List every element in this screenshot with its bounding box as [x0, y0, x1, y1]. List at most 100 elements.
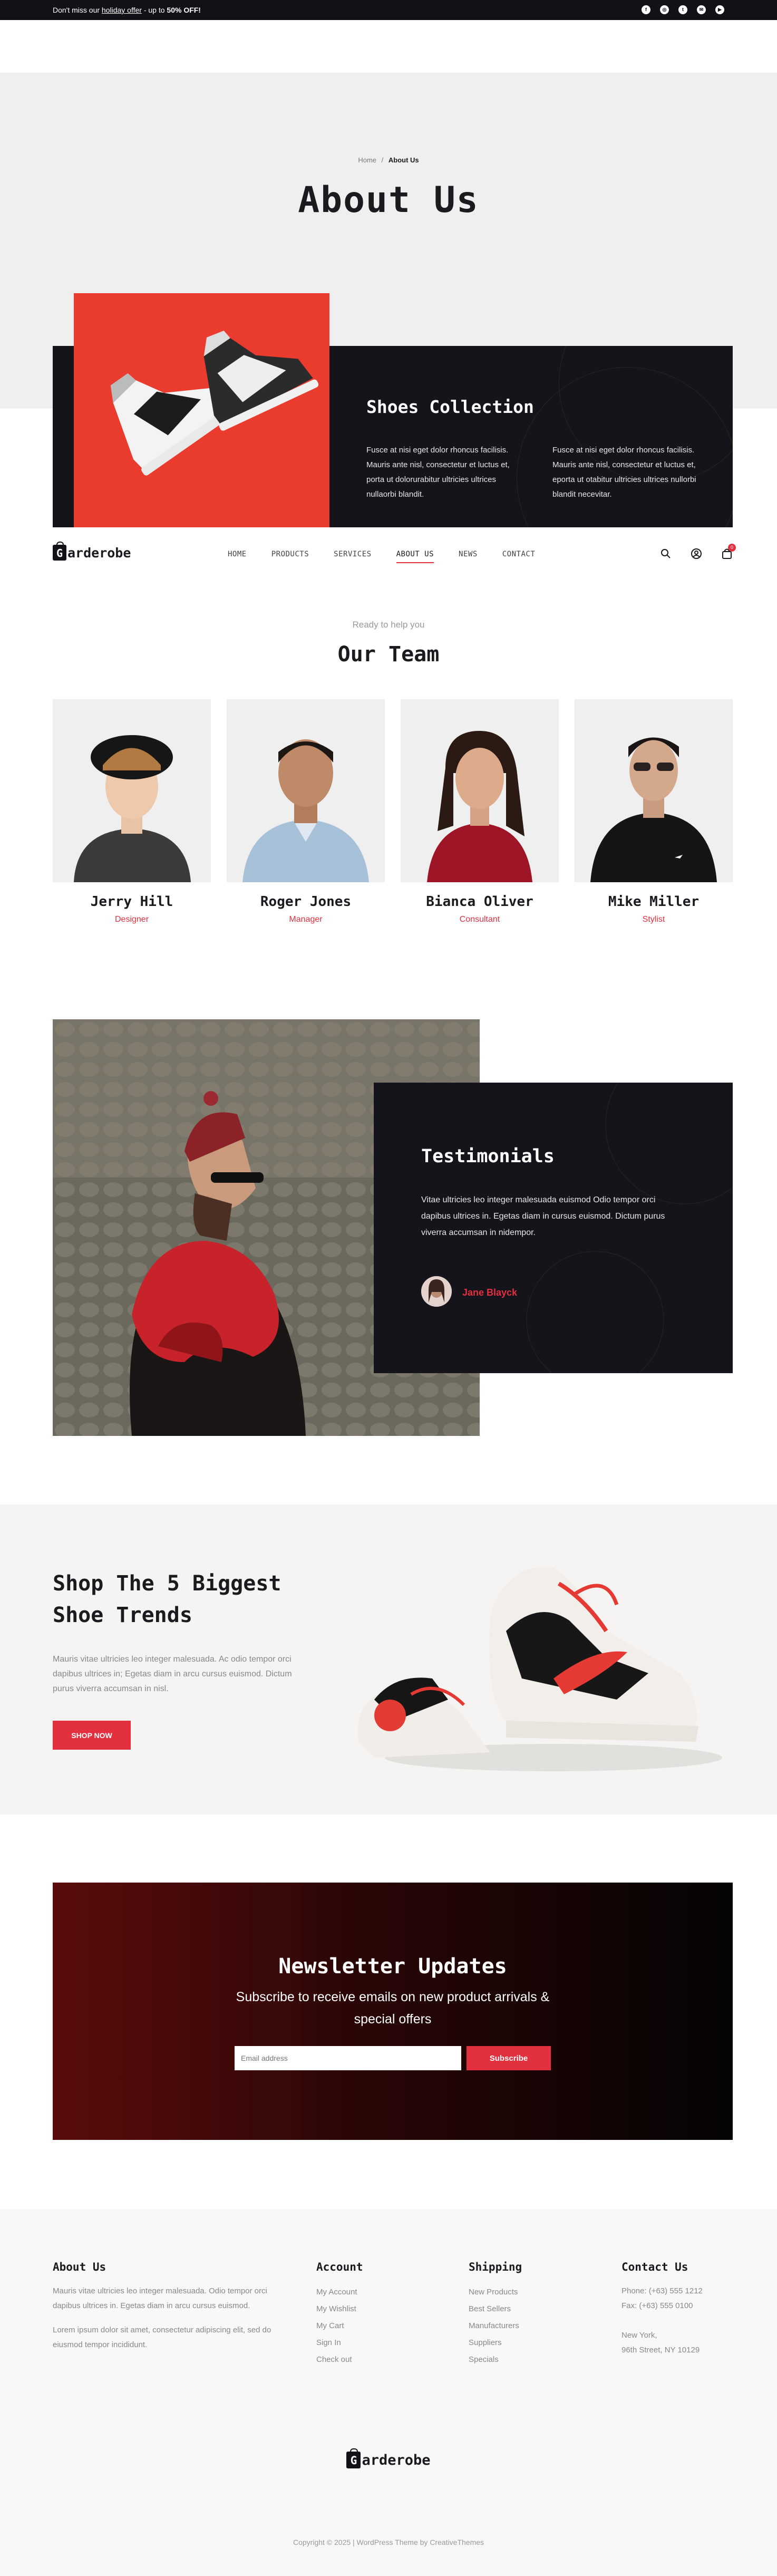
nav-item-products[interactable]: PRODUCTS	[271, 550, 309, 563]
team-member-role: Consultant	[459, 915, 500, 924]
footer-address-street: 96th Street, NY 10129	[621, 2346, 700, 2355]
team-member-card[interactable]: Mike Miller Stylist	[575, 699, 733, 924]
footer-shipping-title: Shipping	[469, 2261, 522, 2273]
team-member-photo	[53, 699, 211, 882]
team-member-card[interactable]: Roger Jones Manager	[227, 699, 385, 924]
team-member-name: Jerry Hill	[90, 894, 173, 910]
footer-link-new-products[interactable]: New Products	[469, 2284, 522, 2301]
twitter-icon[interactable]: t	[678, 5, 687, 14]
footer-contact: Contact Us Phone: (+63) 555 1212 Fax: (+…	[621, 2261, 703, 2358]
promo-text: Don't miss our	[53, 6, 102, 14]
search-icon[interactable]	[660, 548, 672, 559]
testimonial-author-name: Jane Blayck	[462, 1287, 518, 1298]
collection-image	[74, 293, 329, 527]
shop-text: Mauris vitae ultricies leo integer males…	[53, 1655, 292, 1693]
footer-link-sign-in[interactable]: Sign In	[316, 2334, 363, 2351]
footer-account: Account My Account My Wishlist My Cart S…	[316, 2261, 363, 2368]
newsletter-section: Newsletter Updates Subscribe to receive …	[53, 1883, 733, 2140]
footer-phone: Phone: (+63) 555 1212	[621, 2286, 703, 2295]
social-links: f ◎ t ✉ ▶	[642, 5, 724, 14]
footer-account-title: Account	[316, 2261, 363, 2273]
nav-item-contact[interactable]: CONTACT	[502, 550, 536, 563]
team-member-card[interactable]: Jerry Hill Designer	[53, 699, 211, 924]
team-title: Our Team	[337, 642, 440, 667]
site-logo[interactable]: Garderobe	[53, 542, 131, 561]
breadcrumb-separator: /	[381, 156, 384, 164]
footer-shipping: Shipping New Products Best Sellers Manuf…	[469, 2261, 522, 2368]
cart-count-badge: 0	[728, 544, 736, 552]
promo-topbar: Don't miss our holiday offer - up to 50%…	[0, 0, 777, 20]
footer-link-check-out[interactable]: Check out	[316, 2351, 363, 2368]
shop-sneakers-image	[332, 1541, 733, 1784]
footer-contact-title: Contact Us	[621, 2261, 688, 2273]
nav-actions: 0	[660, 544, 736, 559]
main-menu: HOME PRODUCTS SERVICES ABOUT US NEWS CON…	[228, 550, 560, 563]
logo-text: arderobe	[67, 545, 131, 561]
youtube-icon[interactable]: ▶	[715, 5, 724, 14]
newsletter-email-input[interactable]	[235, 2046, 461, 2070]
testimonials-title: Testimonials	[421, 1146, 555, 1167]
footer-about-text: Lorem ipsum dolor sit amet, consectetur …	[53, 2326, 271, 2349]
promo-text-mid: - up to	[141, 6, 167, 14]
collection-text-left: Fusce at nisi eget dolor rhoncus facilis…	[366, 446, 510, 499]
team-member-photo	[401, 699, 559, 882]
cart-icon[interactable]: 0	[721, 544, 736, 559]
page-title: About Us	[298, 179, 479, 221]
footer-fax: Fax: (+63) 555 0100	[621, 2301, 693, 2310]
shop-title-line2: Shoe Trends	[53, 1603, 192, 1627]
testimonial-author-avatar	[421, 1276, 452, 1307]
footer-link-my-account[interactable]: My Account	[316, 2284, 363, 2301]
footer-about-text: Mauris vitae ultricies leo integer males…	[53, 2286, 267, 2310]
shop-title: Shop The 5 Biggest Shoe Trends	[53, 1568, 281, 1631]
user-account-icon[interactable]	[691, 548, 702, 559]
team-member-name: Roger Jones	[260, 894, 352, 910]
nav-item-services[interactable]: SERVICES	[334, 550, 371, 563]
shop-title-line1: Shop The 5 Biggest	[53, 1571, 281, 1596]
footer-logo[interactable]: Garderobe	[0, 2448, 777, 2468]
promo-message: Don't miss our holiday offer - up to 50%…	[53, 6, 201, 14]
holiday-offer-link[interactable]: holiday offer	[102, 6, 142, 14]
team-member-card[interactable]: Bianca Oliver Consultant	[401, 699, 559, 924]
promo-discount: 50% OFF!	[167, 6, 201, 14]
team-member-photo	[227, 699, 385, 882]
nav-item-home[interactable]: HOME	[228, 550, 247, 563]
nav-item-about-us[interactable]: ABOUT US	[396, 550, 434, 563]
footer-link-manufacturers[interactable]: Manufacturers	[469, 2318, 522, 2334]
subscribe-button[interactable]: Subscribe	[467, 2046, 551, 2070]
email-icon[interactable]: ✉	[697, 5, 706, 14]
team-member-role: Manager	[289, 915, 323, 924]
footer-about: About Us Mauris vitae ultricies leo inte…	[53, 2261, 274, 2352]
newsletter-subtitle: Subscribe to receive emails on new produ…	[236, 1990, 550, 2027]
team-member-role: Designer	[114, 915, 149, 924]
team-member-name: Mike Miller	[608, 894, 700, 910]
collection-title: Shoes Collection	[366, 397, 534, 417]
newsletter-title: Newsletter Updates	[278, 1954, 507, 1979]
instagram-icon[interactable]: ◎	[660, 5, 669, 14]
facebook-icon[interactable]: f	[642, 5, 650, 14]
team-subtitle: Ready to help you	[352, 620, 425, 630]
footer-link-my-wishlist[interactable]: My Wishlist	[316, 2301, 363, 2318]
shop-now-button[interactable]: SHOP NOW	[53, 1721, 131, 1750]
copyright-text: Copyright © 2025 | WordPress Theme by Cr…	[293, 2538, 484, 2546]
breadcrumb-current: About Us	[388, 156, 419, 164]
footer-logo-text: arderobe	[362, 2452, 431, 2468]
shopping-bag-logo-icon: G	[346, 2448, 361, 2468]
team-member-role: Stylist	[642, 915, 665, 924]
footer-link-best-sellers[interactable]: Best Sellers	[469, 2301, 522, 2318]
breadcrumb-home[interactable]: Home	[358, 156, 376, 164]
main-navbar: Garderobe HOME PRODUCTS SERVICES ABOUT U…	[0, 529, 777, 580]
footer-about-title: About Us	[53, 2261, 106, 2273]
testimonial-quote: Vitae ultricies leo integer malesuada eu…	[421, 1195, 665, 1237]
footer-link-my-cart[interactable]: My Cart	[316, 2318, 363, 2334]
shop-trends-section: Shop The 5 Biggest Shoe Trends Mauris vi…	[0, 1504, 777, 1815]
site-footer: About Us Mauris vitae ultricies leo inte…	[0, 2209, 777, 2576]
footer-link-suppliers[interactable]: Suppliers	[469, 2334, 522, 2351]
footer-address-city: New York,	[621, 2331, 657, 2340]
team-member-name: Bianca Oliver	[426, 894, 533, 910]
team-member-photo	[575, 699, 733, 882]
shopping-bag-logo-icon: G	[53, 542, 66, 561]
breadcrumb: Home / About Us	[0, 156, 777, 164]
footer-link-specials[interactable]: Specials	[469, 2351, 522, 2368]
nav-item-news[interactable]: NEWS	[459, 550, 478, 563]
collection-text-right: Fusce at nisi eget dolor rhoncus facilis…	[552, 446, 696, 499]
